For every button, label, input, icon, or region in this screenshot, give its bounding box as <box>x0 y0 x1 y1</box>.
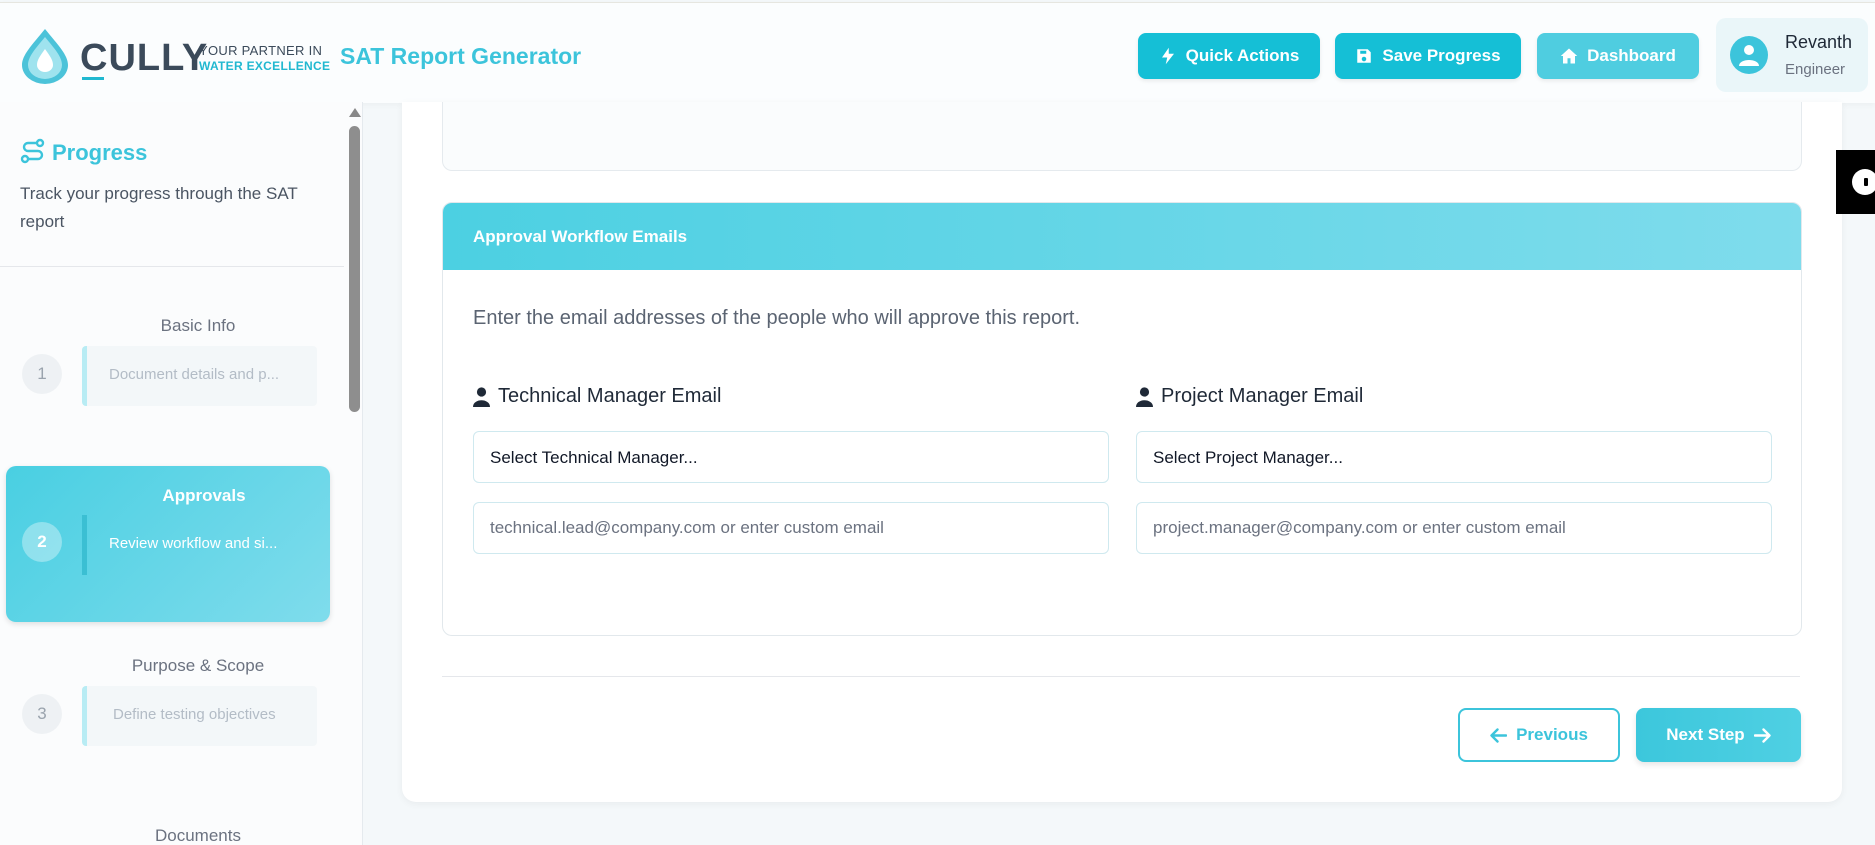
scroll-up-arrow-icon[interactable] <box>349 108 361 117</box>
step-description: Define testing objectives <box>113 706 276 723</box>
logo-underline <box>82 77 104 80</box>
project-manager-label: Project Manager Email <box>1136 385 1363 408</box>
technical-manager-label: Technical Manager Email <box>473 385 721 408</box>
brand-tagline-bottom: WATER EXCELLENCE <box>199 59 331 73</box>
dashboard-button[interactable]: Dashboard <box>1537 33 1699 79</box>
user-icon <box>473 386 490 407</box>
step-item-approvals[interactable]: Approvals 2 Review workflow and si... <box>6 466 330 622</box>
step-number: 1 <box>22 354 62 394</box>
route-icon <box>20 138 45 164</box>
top-header: CULLY YOUR PARTNER IN WATER EXCELLENCE S… <box>0 2 1875 103</box>
previous-button[interactable]: Previous <box>1458 708 1620 762</box>
step-number: 3 <box>22 694 62 734</box>
step-description-box: Review workflow and si... <box>82 515 317 575</box>
user-profile-menu[interactable]: Revanth Engineer <box>1716 18 1868 92</box>
step-description-box: Define testing objectives <box>82 686 317 746</box>
user-role: Engineer <box>1785 61 1846 78</box>
arrow-left-icon <box>1490 727 1508 743</box>
sidebar-title: Progress <box>52 140 148 165</box>
next-step-label: Next Step <box>1666 725 1745 744</box>
feedback-widget-tab[interactable] <box>1836 150 1875 214</box>
technical-manager-email-input[interactable] <box>473 502 1109 554</box>
step-title: Approvals <box>162 486 246 505</box>
save-progress-label: Save Progress <box>1382 46 1501 65</box>
project-manager-label-text: Project Manager Email <box>1161 385 1364 407</box>
project-manager-select-value: Select Project Manager... <box>1153 448 1343 467</box>
quick-actions-label: Quick Actions <box>1185 46 1300 65</box>
step-description: Review workflow and si... <box>109 535 278 552</box>
step-description-box: Document details and p... <box>82 346 317 406</box>
user-name: Revanth <box>1785 32 1853 52</box>
next-step-button[interactable]: Next Step <box>1636 708 1801 762</box>
approval-workflow-card: Approval Workflow Emails Enter the email… <box>442 202 1802 636</box>
step-number: 2 <box>22 522 62 562</box>
save-icon <box>1357 49 1372 63</box>
home-icon <box>1560 48 1578 64</box>
step-title: Basic Info <box>160 316 236 335</box>
quick-actions-button[interactable]: Quick Actions <box>1138 33 1320 79</box>
app-title[interactable]: SAT Report Generator <box>340 43 581 70</box>
sidebar-scrollbar-thumb[interactable] <box>349 126 360 412</box>
arrow-right-icon <box>1753 727 1771 743</box>
project-manager-email-input[interactable] <box>1136 502 1772 554</box>
project-manager-select[interactable]: Select Project Manager... <box>1136 431 1772 483</box>
sidebar-divider <box>0 266 344 267</box>
approval-card-title: Approval Workflow Emails <box>473 227 688 246</box>
chat-bubble-mark <box>1864 178 1868 186</box>
previous-section-bottom <box>442 102 1802 171</box>
step-title: Documents <box>155 826 241 845</box>
brand-logo-text: CULLY <box>80 37 209 79</box>
sidebar-description: Track your progress through the SAT repo… <box>20 184 298 231</box>
approval-card-header: Approval Workflow Emails <box>443 203 1801 270</box>
user-icon <box>1739 45 1759 66</box>
step-title: Purpose & Scope <box>131 656 265 675</box>
technical-manager-select[interactable]: Select Technical Manager... <box>473 431 1109 483</box>
previous-label: Previous <box>1516 725 1588 744</box>
progress-sidebar: Progress Track your progress through the… <box>0 102 363 845</box>
approval-intro-text: Enter the email addresses of the people … <box>473 307 1081 329</box>
technical-manager-label-text: Technical Manager Email <box>498 385 722 407</box>
technical-manager-select-value: Select Technical Manager... <box>490 448 698 467</box>
avatar <box>1730 36 1768 74</box>
dashboard-label: Dashboard <box>1587 46 1676 65</box>
form-divider <box>442 676 1800 677</box>
brand-tagline-top: YOUR PARTNER IN <box>199 43 323 58</box>
water-drop-logo-icon <box>22 29 68 84</box>
step-description: Document details and p... <box>109 366 280 383</box>
lightning-icon <box>1161 47 1174 65</box>
save-progress-button[interactable]: Save Progress <box>1335 33 1521 79</box>
user-icon <box>1136 386 1153 407</box>
